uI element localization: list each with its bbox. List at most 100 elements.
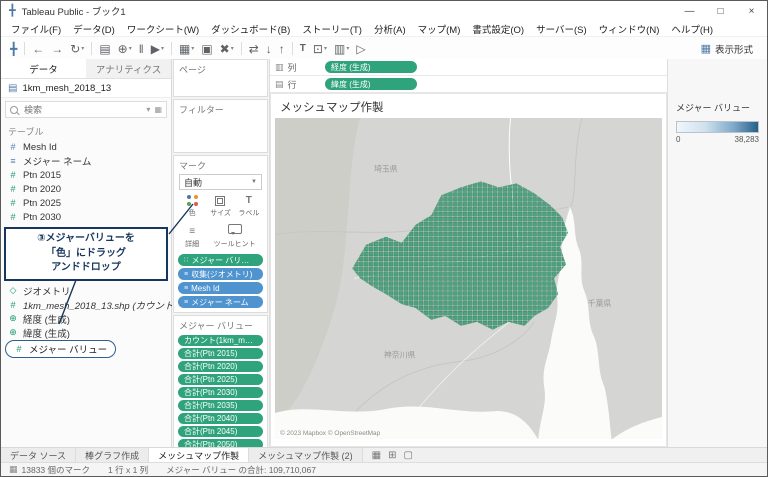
tables-section-label: テーブル (8, 127, 44, 137)
menu-story[interactable]: ストーリー(T) (296, 22, 368, 36)
show-cards-icon[interactable]: ▥ ▾ (334, 43, 349, 55)
number-dimension-icon: # (10, 142, 16, 152)
detail-button[interactable]: ≡ 詳細 (178, 220, 206, 250)
columns-shelf-label: ▥ 列 (275, 61, 297, 73)
replay-icon[interactable]: ↻ ▾ (70, 43, 84, 55)
pill-sum-ptn2035[interactable]: 合計(Ptn 2035) (178, 400, 263, 411)
maximize-button[interactable]: □ (705, 1, 736, 21)
label-icon: T (245, 195, 252, 206)
tab-mesh-map[interactable]: メッシュマップ作製 (149, 448, 250, 462)
fit-view-icon[interactable]: ⊡ ▾ (313, 43, 327, 55)
menu-data[interactable]: データ(D) (67, 22, 121, 36)
label-button[interactable]: T ラベル (235, 193, 263, 219)
pill-collect-geometry[interactable]: ≡ 収集(ジオメトリ) (178, 268, 263, 280)
field-shp-count[interactable]: # 1km_mesh_2018_13.shp (カウント) (1, 298, 176, 312)
field-ptn-2025[interactable]: # Ptn 2025 (1, 196, 171, 210)
rows-shelf[interactable]: ▤ 行 緯度 (生成) (270, 76, 667, 93)
menu-format[interactable]: 書式設定(O) (466, 22, 530, 36)
pill-sum-ptn2030[interactable]: 合計(Ptn 2030) (178, 387, 263, 398)
show-me-button[interactable]: ▦ 表示形式 (696, 40, 758, 58)
field-measure-values-selected[interactable]: # メジャー バリュー (5, 339, 117, 358)
redo-icon[interactable]: → (51, 43, 63, 55)
field-latitude[interactable]: ⊕ 緯度 (生成) (1, 326, 171, 340)
menu-worksheet[interactable]: ワークシート(W) (121, 22, 205, 36)
mark-labels-icon[interactable]: T (300, 43, 306, 54)
status-aggregate-sum: メジャー バリュー の合計: 109,710,067 (166, 464, 316, 475)
marks-count-icon: ▦ (9, 464, 18, 474)
pill-longitude[interactable]: 経度 (生成) (325, 61, 417, 73)
tab-analytics[interactable]: アナリティクス (86, 59, 171, 78)
new-worksheet-icon[interactable]: ▦ ▾ (179, 43, 194, 55)
sheet-tabs-bar: データ ソース 棒グラフ作成 メッシュマップ作製 メッシュマップ作製 (2) ▦… (1, 447, 767, 462)
new-story-icon[interactable]: ▢ (403, 450, 412, 461)
menu-analysis[interactable]: 分析(A) (368, 22, 412, 36)
field-measure-names[interactable]: ≡ メジャー ネーム (1, 154, 171, 168)
size-icon (215, 196, 226, 206)
columns-icon: ▥ (275, 61, 284, 72)
filters-label: フィルター (179, 105, 224, 115)
pill-mesh-id[interactable]: ≡ Mesh Id (178, 282, 263, 294)
sort-descending-icon[interactable]: ↑ (279, 43, 285, 55)
columns-shelf[interactable]: ▥ 列 経度 (生成) (270, 59, 667, 76)
tab-data-source[interactable]: データ ソース (1, 448, 77, 462)
pause-updates-icon[interactable]: ‖ (139, 43, 144, 55)
menu-help[interactable]: ヘルプ(H) (665, 22, 719, 36)
number-measure-icon: # (10, 299, 16, 310)
number-measure-icon: # (10, 212, 16, 222)
field-ptn-2030[interactable]: # Ptn 2030 (1, 210, 171, 224)
menu-file[interactable]: ファイル(F) (5, 22, 67, 36)
map-canvas[interactable]: 埼玉県 千葉県 神奈川県 © 2023 Mapbox © OpenStreetM… (275, 118, 662, 439)
datasource-row[interactable]: ▤ 1km_mesh_2018_13 (1, 79, 171, 98)
tableau-home-icon[interactable]: ╋ (10, 43, 17, 55)
pill-sum-ptn2045[interactable]: 合計(Ptn 2045) (178, 426, 263, 437)
filters-shelf[interactable]: フィルター (173, 99, 268, 153)
pill-sum-ptn2040[interactable]: 合計(Ptn 2040) (178, 413, 263, 424)
pill-measure-values-color[interactable]: ∷ メジャー バリュー (178, 254, 263, 266)
tab-bar-chart[interactable]: 棒グラフ作成 (76, 448, 150, 462)
menu-window[interactable]: ウィンドウ(N) (593, 22, 666, 36)
search-input[interactable] (22, 103, 143, 116)
field-geometry[interactable]: ◇ ジオメトリ (1, 284, 171, 298)
minimize-button[interactable]: — (674, 1, 705, 21)
undo-icon[interactable]: ← (32, 43, 44, 55)
size-button[interactable]: サイズ (206, 193, 234, 219)
show-me-label: 表示形式 (714, 44, 753, 56)
swap-axes-icon[interactable]: ⇄ (249, 43, 259, 55)
pill-sum-ptn2020[interactable]: 合計(Ptn 2020) (178, 361, 263, 372)
search-box[interactable]: ▾ ▦ (5, 101, 167, 118)
field-ptn-2020[interactable]: # Ptn 2020 (1, 182, 171, 196)
tableau-window: ╋ Tableau Public - ブック1 — □ × ファイル(F) デー… (0, 0, 768, 477)
menu-dashboard[interactable]: ダッシュボード(B) (205, 22, 296, 36)
pill-sum-ptn2025[interactable]: 合計(Ptn 2025) (178, 374, 263, 385)
new-dashboard-icon[interactable]: ⊞ (388, 450, 396, 461)
color-shelf-icon: ∷ (184, 257, 189, 264)
menu-server[interactable]: サーバー(S) (530, 22, 593, 36)
duplicate-sheet-icon[interactable]: ▣ (201, 43, 212, 55)
sort-ascending-icon[interactable]: ↓ (266, 43, 272, 55)
close-button[interactable]: × (736, 1, 767, 21)
clear-sheet-icon[interactable]: ✖ ▾ (220, 43, 234, 55)
field-longitude[interactable]: ⊕ 経度 (生成) (1, 312, 171, 326)
legend-gradient-bar[interactable] (676, 121, 759, 133)
pages-shelf[interactable]: ページ (173, 59, 268, 97)
view-toggle-icon[interactable]: ▦ (154, 105, 162, 114)
field-mesh-id[interactable]: # Mesh Id (1, 140, 171, 154)
filter-caret-icon[interactable]: ▾ (146, 105, 150, 114)
pill-measure-names[interactable]: ≡ メジャー ネーム (178, 296, 263, 308)
tooltip-button[interactable]: ツールヒント (206, 220, 263, 250)
presentation-mode-icon[interactable]: ▷ (356, 43, 365, 55)
pill-sum-ptn2015[interactable]: 合計(Ptn 2015) (178, 348, 263, 359)
tab-mesh-map-2[interactable]: メッシュマップ作製 (2) (249, 448, 363, 462)
color-legend[interactable]: メジャー バリュー 0 38,283 (676, 101, 759, 144)
new-datasource-icon[interactable]: ⊕ ▾ (118, 43, 132, 55)
save-icon[interactable]: ▤ (99, 43, 110, 55)
tab-data[interactable]: データ (1, 59, 86, 78)
menu-map[interactable]: マップ(M) (412, 22, 467, 36)
color-button[interactable]: 色 (178, 193, 206, 219)
new-worksheet-icon[interactable]: ▦ (372, 450, 381, 461)
pill-count-mesh[interactable]: カウント(1km_mesh_... (178, 335, 263, 346)
mark-type-dropdown[interactable]: 自動 ▼ (179, 174, 262, 190)
field-ptn-2015[interactable]: # Ptn 2015 (1, 168, 171, 182)
pill-latitude[interactable]: 緯度 (生成) (325, 78, 417, 90)
run-updates-icon[interactable]: ▶ ▾ (151, 43, 164, 55)
